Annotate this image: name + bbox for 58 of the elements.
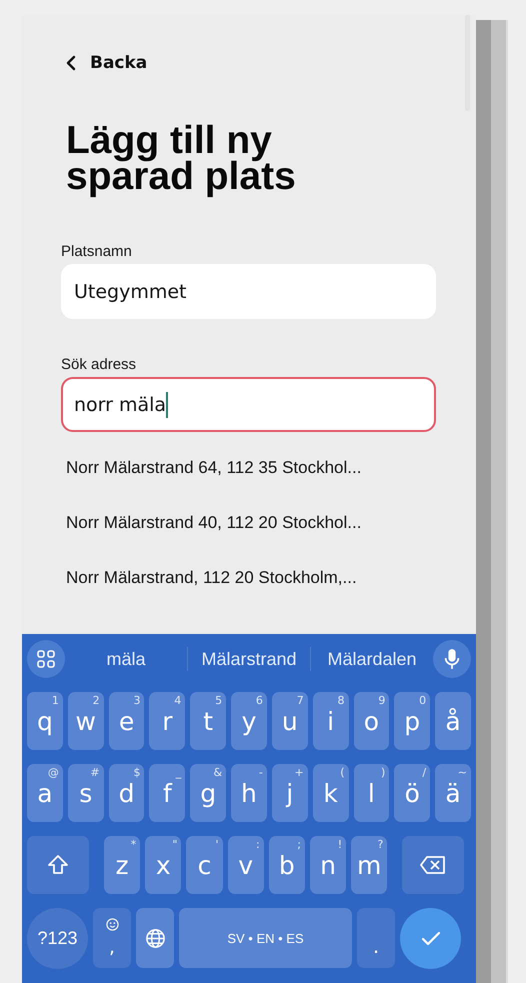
letter-key[interactable]: e 3 [108,692,144,750]
letter-key[interactable]: y 6 [231,692,267,750]
period-key[interactable]: . [357,908,395,968]
shift-key[interactable] [27,836,89,894]
letter-key[interactable]: q 1 [27,692,63,750]
microphone-button[interactable] [433,640,471,678]
letter-key[interactable]: m ? [351,836,388,894]
letter-key[interactable]: t 5 [190,692,226,750]
backspace-icon [419,855,448,875]
field-label: Sök adress [61,356,136,373]
comma-key[interactable]: , [93,908,131,968]
input-field[interactable]: norr mäla [61,377,436,432]
shift-icon [46,853,70,877]
address-suggestion[interactable]: Norr Mälarstrand, 112 20 Stockholm,... [66,564,357,591]
letter-key[interactable]: n ! [310,836,346,894]
word-suggestion[interactable]: mäla [65,648,187,670]
letter-key[interactable]: d $ [108,764,144,822]
letter-key[interactable]: s # [68,764,104,822]
field-label: Platsnamn [61,243,132,260]
address-suggestion[interactable]: Norr Mälarstrand 40, 112 20 Stockhol... [66,509,362,536]
checkmark-icon [420,930,440,946]
letter-key[interactable]: z * [104,836,140,894]
letter-key[interactable]: c ' [186,836,223,894]
letter-key[interactable]: v : [228,836,264,894]
letter-key[interactable]: i 8 [312,692,348,750]
letter-key[interactable]: r 4 [149,692,186,750]
letter-key[interactable]: f _ [149,764,186,822]
letter-key[interactable]: å [435,692,471,750]
letter-key[interactable]: b ; [268,836,305,894]
chevron-left-icon [66,55,76,71]
input-field[interactable]: Utegymmet [61,264,436,319]
letter-key[interactable]: x " [145,836,182,894]
letter-key[interactable]: l ) [354,764,390,822]
letter-key[interactable]: a @ [27,764,63,822]
page-title: Lägg till ny sparad plats [66,123,297,195]
address-suggestion[interactable]: Norr Mälarstrand 64, 112 35 Stockhol... [66,454,362,481]
back-button[interactable]: Backa [61,53,148,73]
letter-key[interactable]: j + [272,764,308,822]
letter-key[interactable]: u 7 [272,692,308,750]
letter-key[interactable]: ö / [394,764,430,822]
space-key[interactable]: SV • EN • ES [179,908,352,968]
letter-key[interactable]: g & [190,764,226,822]
emoji-icon [106,918,118,931]
backspace-key[interactable] [402,836,464,894]
grid-icon [36,649,56,669]
letter-key[interactable]: ä ~ [435,764,471,822]
word-suggestion[interactable]: Mälardalen [311,648,433,670]
letter-key[interactable]: h - [231,764,267,822]
language-key[interactable] [136,908,174,968]
globe-icon [144,928,166,948]
letter-key[interactable]: o 9 [354,692,390,750]
letter-key[interactable]: p 0 [394,692,430,750]
symbols-key[interactable]: ?123 [27,908,88,969]
letter-key[interactable]: k ( [312,764,348,822]
microphone-icon [443,648,461,670]
word-suggestion[interactable]: Mälarstrand [188,648,310,670]
letter-key[interactable]: w 2 [68,692,104,750]
apps-button[interactable] [27,640,65,678]
